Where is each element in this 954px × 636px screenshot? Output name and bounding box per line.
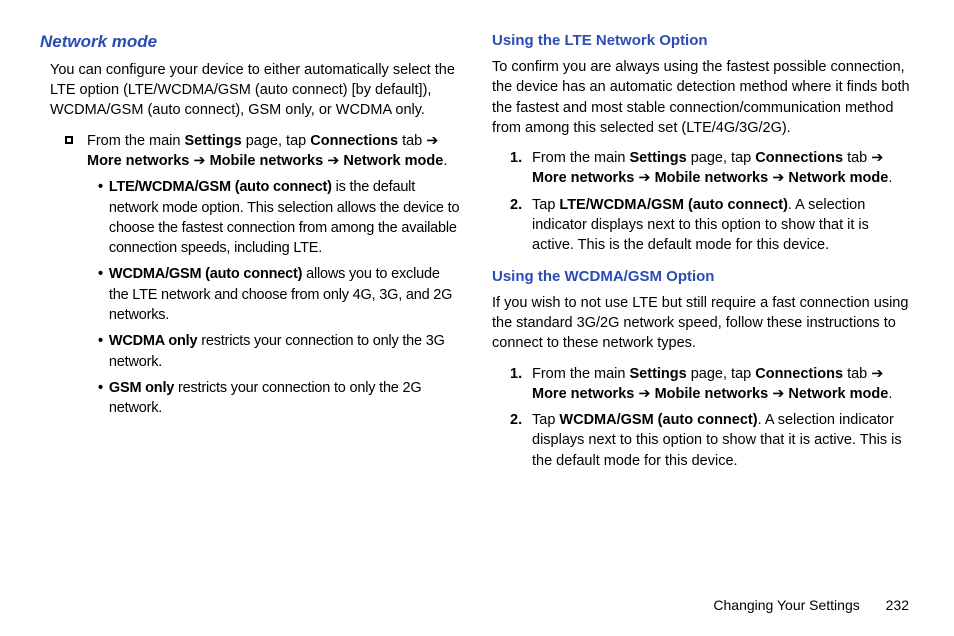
text: More networks — [87, 153, 189, 169]
step-number: 2. — [510, 195, 532, 256]
text: GSM only — [109, 380, 174, 396]
option-gsm-only: • GSM only restricts your connection to … — [98, 378, 462, 419]
text: LTE/WCDMA/GSM (auto connect) — [559, 197, 788, 213]
step-number: 1. — [510, 364, 532, 405]
arrow-icon: ➔ — [871, 366, 883, 382]
text: Settings — [630, 150, 687, 166]
heading-lte-option: Using the LTE Network Option — [492, 30, 914, 51]
text: Settings — [185, 133, 242, 149]
arrow-icon: ➔ — [871, 150, 883, 166]
text: page, tap — [687, 150, 756, 166]
left-column: Network mode You can configure your devi… — [40, 30, 462, 475]
wcdma-step-1: 1. From the main Settings page, tap Conn… — [510, 364, 914, 405]
text: . — [888, 170, 892, 186]
option-lte-wcdma-gsm: • LTE/WCDMA/GSM (auto connect) is the de… — [98, 177, 462, 258]
arrow-icon: ➔ — [193, 153, 205, 169]
bullet-icon: • — [98, 331, 103, 372]
bullet-icon: • — [98, 177, 103, 258]
text: Mobile networks — [210, 153, 324, 169]
lte-step-2: 2. Tap LTE/WCDMA/GSM (auto connect). A s… — [510, 195, 914, 256]
text: More networks — [532, 170, 634, 186]
text: WCDMA/GSM (auto connect) — [109, 266, 302, 282]
text: . — [888, 386, 892, 402]
option-wcdma-gsm: • WCDMA/GSM (auto connect) allows you to… — [98, 264, 462, 325]
lte-paragraph: To confirm you are always using the fast… — [492, 57, 914, 138]
text: From the main — [532, 150, 630, 166]
text: . — [443, 153, 447, 169]
text: Mobile networks — [655, 170, 769, 186]
step-number: 2. — [510, 410, 532, 471]
square-bullet-icon — [65, 136, 73, 144]
wcdma-step-2: 2. Tap WCDMA/GSM (auto connect). A selec… — [510, 410, 914, 471]
text: tab — [398, 133, 426, 149]
text: Network mode — [788, 386, 888, 402]
text: From the main — [87, 133, 185, 149]
arrow-icon: ➔ — [327, 153, 339, 169]
arrow-icon: ➔ — [426, 133, 438, 149]
right-column: Using the LTE Network Option To confirm … — [492, 30, 914, 475]
text: Connections — [310, 133, 398, 149]
text: page, tap — [242, 133, 311, 149]
arrow-icon: ➔ — [772, 386, 784, 402]
text: More networks — [532, 386, 634, 402]
heading-wcdma-option: Using the WCDMA/GSM Option — [492, 266, 914, 287]
option-wcdma-only: • WCDMA only restricts your connection t… — [98, 331, 462, 372]
text: Connections — [755, 150, 843, 166]
intro-paragraph: You can configure your device to either … — [50, 60, 462, 121]
text: Settings — [630, 366, 687, 382]
text: Tap — [532, 197, 559, 213]
text: tab — [843, 366, 871, 382]
arrow-icon: ➔ — [772, 170, 784, 186]
step-number: 1. — [510, 148, 532, 189]
page-footer: Changing Your Settings 232 — [713, 596, 909, 616]
main-step: From the main Settings page, tap Connect… — [65, 131, 462, 172]
bullet-icon: • — [98, 264, 103, 325]
arrow-icon: ➔ — [638, 170, 650, 186]
bullet-icon: • — [98, 378, 103, 419]
text: WCDMA only — [109, 333, 197, 349]
text: Mobile networks — [655, 386, 769, 402]
text: LTE/WCDMA/GSM (auto connect) — [109, 179, 332, 195]
arrow-icon: ➔ — [638, 386, 650, 402]
page-number: 232 — [886, 597, 909, 613]
text: Connections — [755, 366, 843, 382]
text: Network mode — [343, 153, 443, 169]
text: tab — [843, 150, 871, 166]
lte-step-1: 1. From the main Settings page, tap Conn… — [510, 148, 914, 189]
text: Tap — [532, 412, 559, 428]
heading-network-mode: Network mode — [40, 30, 462, 54]
text: From the main — [532, 366, 630, 382]
wcdma-paragraph: If you wish to not use LTE but still req… — [492, 293, 914, 354]
text: Network mode — [788, 170, 888, 186]
text: page, tap — [687, 366, 756, 382]
footer-title: Changing Your Settings — [713, 597, 859, 613]
text: WCDMA/GSM (auto connect) — [559, 412, 757, 428]
